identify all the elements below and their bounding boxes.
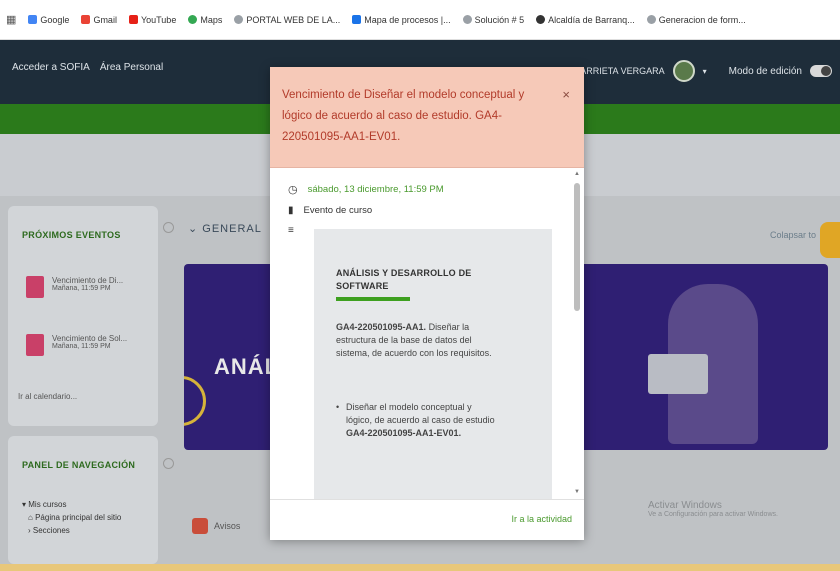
youtube-icon	[128, 15, 138, 24]
close-icon[interactable]: ×	[562, 87, 570, 102]
edit-mode-toggle[interactable]	[810, 65, 832, 77]
globe-icon	[234, 15, 244, 24]
nav-link-area-personal[interactable]: Área Personal	[100, 62, 163, 73]
scroll-up-icon[interactable]: ▲	[574, 171, 580, 177]
event-time: Mañana, 11:59 PM	[52, 285, 111, 292]
event-title[interactable]: Vencimiento de Sol...	[52, 334, 127, 343]
modal-header: Vencimiento de Diseñar el modelo concept…	[270, 67, 584, 168]
bookmark-gmail[interactable]: Gmail	[81, 15, 117, 25]
event-modal: Vencimiento de Diseñar el modelo concept…	[270, 67, 584, 540]
assignment-icon	[26, 334, 44, 356]
bookmark-generacion[interactable]: Generacion de form...	[646, 15, 746, 25]
modal-body[interactable]: ◷ sábado, 13 diciembre, 11:59 PM ▮ Event…	[270, 167, 584, 499]
card-accent-bar	[336, 297, 410, 301]
card-title: ANÁLISIS Y DESARROLLO DE SOFTWARE	[336, 268, 472, 291]
event-type-row: ▮ Evento de curso	[288, 205, 372, 216]
calendar-icon: ▮	[288, 205, 294, 216]
bookmark-portal-web[interactable]: PORTAL WEB DE LA...	[234, 15, 340, 25]
taskbar-strip	[0, 564, 840, 571]
event-title[interactable]: Vencimiento de Di...	[52, 276, 123, 285]
apps-icon[interactable]: ▦	[6, 13, 16, 26]
chevron-down-icon[interactable]: ▾	[703, 67, 707, 76]
nav-panel-heading: PANEL DE NAVEGACIÓN	[22, 460, 136, 470]
drawer-collapse-handle[interactable]	[163, 222, 174, 233]
announcements-item[interactable]: Avisos	[192, 518, 240, 534]
event-date-link[interactable]: sábado, 13 diciembre, 11:59 PM	[308, 184, 444, 195]
drive-icon	[352, 15, 362, 24]
modal-scrollbar[interactable]: ▲ ▼	[574, 171, 580, 495]
description-row: ≡	[288, 225, 294, 236]
bookmark-solucion[interactable]: Solución # 5	[462, 15, 524, 25]
nav-item-mis-cursos[interactable]: ▾ Mis cursos	[22, 498, 121, 511]
event-item-1[interactable]: Vencimiento de Di... Mañana, 11:59 PM	[26, 276, 123, 298]
bookmark-alcaldia[interactable]: Alcaldía de Barranq...	[536, 15, 635, 25]
scrollbar-thumb[interactable]	[574, 183, 580, 311]
scroll-down-icon[interactable]: ▼	[574, 489, 580, 495]
collapse-all-link[interactable]: Colapsar to	[770, 230, 816, 240]
event-time: Mañana, 11:59 PM	[52, 343, 111, 350]
home-icon: ⌂	[28, 513, 33, 522]
alcaldia-icon	[536, 15, 546, 24]
clock-icon: ◷	[288, 184, 298, 196]
nav-item-home[interactable]: ⌂ Página principal del sitio	[22, 511, 121, 524]
edit-fab-icon[interactable]	[820, 222, 840, 258]
maps-icon	[188, 15, 198, 24]
bookmark-google[interactable]: Google	[28, 15, 69, 25]
navigation-panel-block: PANEL DE NAVEGACIÓN ▾ Mis cursos ⌂ Págin…	[8, 436, 158, 564]
bookmark-youtube[interactable]: YouTube	[128, 15, 176, 25]
calendar-link[interactable]: Ir al calendario...	[18, 392, 77, 401]
upcoming-events-heading: PRÓXIMOS EVENTOS	[22, 230, 121, 240]
go-to-activity-link[interactable]: Ir a la actividad	[511, 514, 572, 524]
edit-mode-label: Modo de edición	[728, 65, 802, 77]
description-icon: ≡	[288, 225, 294, 236]
nav-tree: ▾ Mis cursos ⌂ Página principal del siti…	[22, 498, 121, 537]
chevron-down-icon: ⌄	[188, 223, 199, 235]
windows-activation-watermark: Activar Windows Ve a Configuración para …	[648, 500, 778, 518]
bookmark-mapa-procesos[interactable]: Mapa de procesos |...	[352, 15, 451, 25]
card-bullet: Diseñar el modelo conceptual y lógico, d…	[336, 401, 496, 440]
gmail-icon	[81, 15, 91, 24]
announcements-label: Avisos	[214, 521, 241, 531]
banner-circle	[184, 376, 206, 426]
section-general[interactable]: ⌄ GENERAL	[188, 222, 262, 235]
bookmark-maps[interactable]: Maps	[188, 15, 222, 25]
modal-footer: Ir a la actividad	[270, 499, 584, 540]
avatar[interactable]	[672, 60, 695, 82]
upcoming-events-block: PRÓXIMOS EVENTOS Vencimiento de Di... Mañ…	[8, 206, 158, 426]
description-card: ANÁLISIS Y DESARROLLO DE SOFTWARE GA4-22…	[314, 229, 552, 499]
event-date-row: ◷ sábado, 13 diciembre, 11:59 PM	[288, 183, 444, 196]
event-type: Evento de curso	[303, 205, 373, 216]
nav-item-secciones[interactable]: › Secciones	[22, 524, 121, 537]
drawer-collapse-handle[interactable]	[163, 458, 174, 469]
globe-icon	[646, 15, 656, 24]
bookmarks-bar: ▦ Google Gmail YouTube Maps PORTAL WEB D…	[0, 0, 840, 40]
forum-icon	[192, 518, 208, 534]
banner-laptop	[648, 354, 708, 394]
nav-link-sofia[interactable]: Acceder a SOFIA	[12, 62, 90, 73]
assignment-icon	[26, 276, 44, 298]
globe-icon	[462, 15, 472, 24]
modal-title: Vencimiento de Diseñar el modelo concept…	[282, 89, 525, 143]
google-icon	[28, 15, 38, 24]
card-description: GA4-220501095-AA1. Diseñar la estructura…	[336, 322, 492, 358]
event-item-2[interactable]: Vencimiento de Sol... Mañana, 11:59 PM	[26, 334, 127, 356]
